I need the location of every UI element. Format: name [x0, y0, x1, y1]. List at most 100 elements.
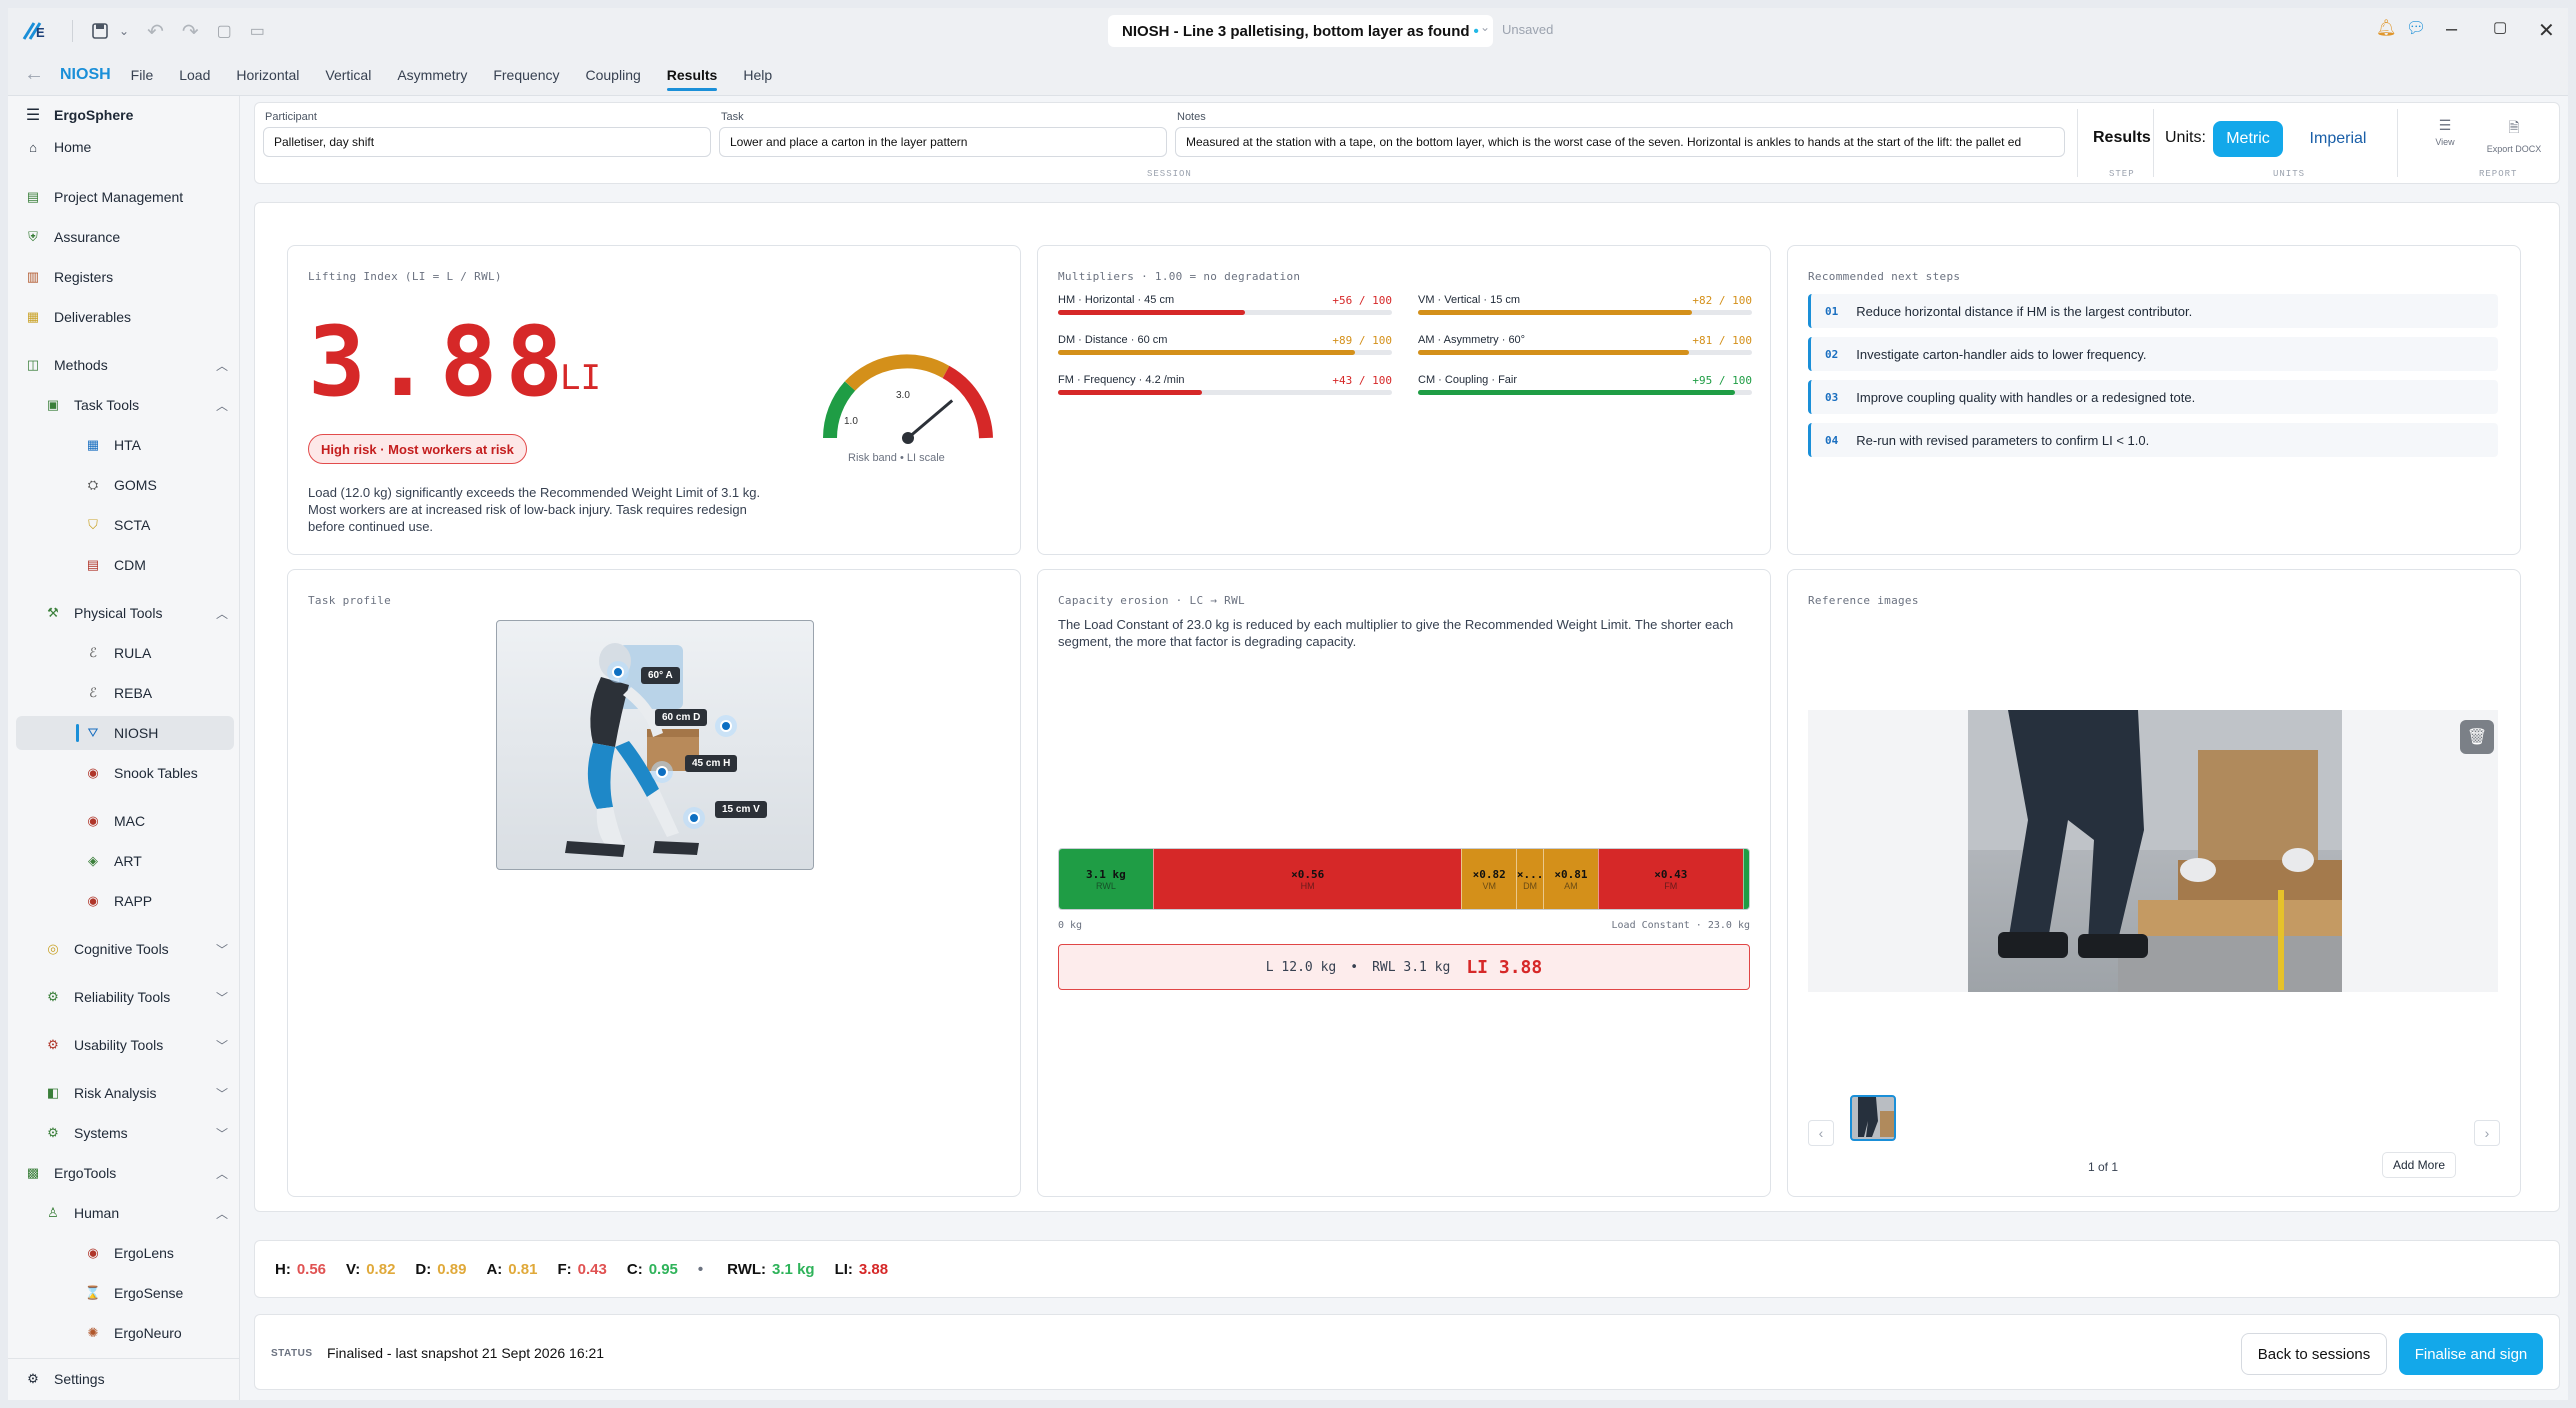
- sidebar-item-ergosense[interactable]: ⌛ ErgoSense: [84, 1284, 183, 1302]
- sidebar-item-scta[interactable]: ⛉ SCTA: [84, 516, 150, 534]
- measure-pin[interactable]: [683, 807, 705, 829]
- sidebar-item-goms[interactable]: ⛭ GOMS: [84, 476, 157, 494]
- summary-value: 0.43: [577, 1260, 607, 1278]
- chevron-left-icon: ‹: [1818, 1125, 1824, 1141]
- metric-button[interactable]: Metric: [2213, 121, 2283, 157]
- multiplier-fill: [1418, 350, 1689, 355]
- sidebar-item-assurance[interactable]: ⛨ Assurance: [24, 228, 120, 246]
- step-number: 04: [1825, 433, 1839, 447]
- chevron-down-icon[interactable]: ﹀: [216, 989, 228, 1006]
- maximize-icon[interactable]: ▢: [2493, 18, 2507, 36]
- chevron-down-icon[interactable]: ﹀: [216, 1085, 228, 1102]
- task-field[interactable]: Lower and place a carton in the layer pa…: [719, 127, 1167, 157]
- gauge-caption: Risk band • LI scale: [848, 452, 945, 464]
- sidebar-item-project-management[interactable]: ▤ Project Management: [24, 188, 183, 206]
- sidebar-item-human[interactable]: ♙ Human ︿: [44, 1204, 228, 1222]
- back-arrow-icon[interactable]: ←: [24, 63, 44, 86]
- notifications-icon[interactable]: 🔔︎: [2376, 18, 2396, 38]
- save-state-chevron-icon[interactable]: ⌄: [1480, 20, 1490, 34]
- notes-field[interactable]: Measured at the station with a tape, on …: [1175, 127, 2065, 157]
- close-icon[interactable]: ✕: [2538, 18, 2555, 43]
- chevron-up-icon[interactable]: ︿: [216, 1205, 228, 1222]
- save-state-label: Unsaved: [1502, 22, 1554, 37]
- menu-frequency[interactable]: Frequency: [493, 61, 559, 89]
- sidebar-item-home[interactable]: ⌂ Home: [24, 138, 91, 156]
- sidebar-item-cdm[interactable]: ▤ CDM: [84, 556, 146, 574]
- chevron-up-icon[interactable]: ︿: [216, 357, 228, 374]
- measure-pin[interactable]: [651, 761, 673, 783]
- sidebar-item-settings[interactable]: ⚙ Settings: [24, 1370, 104, 1388]
- sidebar-item-mac[interactable]: ◉ MAC: [84, 812, 145, 830]
- session-group-label: SESSION: [1147, 169, 1192, 179]
- participant-field[interactable]: Palletiser, day shift: [263, 127, 711, 157]
- menu-horizontal[interactable]: Horizontal: [236, 61, 299, 89]
- menu-coupling[interactable]: Coupling: [586, 61, 641, 89]
- sidebar-item-usability-tools[interactable]: ⚙ Usability Tools ﹀: [44, 1036, 228, 1054]
- menu-asymmetry[interactable]: Asymmetry: [397, 61, 467, 89]
- chevron-down-icon[interactable]: ﹀: [216, 1125, 228, 1142]
- sidebar-item-cognitive-tools[interactable]: ◎ Cognitive Tools ﹀: [44, 940, 228, 958]
- sidebar-item-rula[interactable]: ℰ RULA: [84, 644, 151, 662]
- sidebar-item-systems[interactable]: ⚙ Systems ﹀: [44, 1124, 228, 1142]
- redo-icon[interactable]: ↷: [182, 19, 199, 44]
- sidebar-item-snook-tables[interactable]: ◉ Snook Tables: [84, 764, 197, 782]
- chat-icon[interactable]: 💬︎: [2406, 18, 2426, 38]
- rula-icon: ℰ: [89, 645, 97, 660]
- save-dropdown-icon[interactable]: ⌄: [119, 24, 129, 38]
- finalise-and-sign-button[interactable]: Finalise and sign: [2399, 1333, 2543, 1375]
- chevron-down-icon[interactable]: ﹀: [216, 941, 228, 958]
- add-more-button[interactable]: Add More: [2382, 1152, 2457, 1178]
- menu-load[interactable]: Load: [179, 61, 210, 89]
- sidebar-item-reba[interactable]: ℰ REBA: [84, 684, 152, 702]
- imperial-button[interactable]: Imperial: [2295, 121, 2381, 157]
- prev-image-button[interactable]: ‹: [1808, 1120, 1834, 1146]
- sidebar-item-art[interactable]: ◈ ART: [84, 852, 142, 870]
- reba-icon: ℰ: [89, 685, 97, 700]
- vertical-tag: 15 cm V: [715, 801, 767, 818]
- sidebar-item-ergoneuro[interactable]: ✺ ErgoNeuro: [84, 1324, 182, 1342]
- menu-results[interactable]: Results: [666, 61, 717, 91]
- open-folder-icon[interactable]: ▭: [250, 21, 265, 41]
- sidebar-item-ergolens[interactable]: ◉ ErgoLens: [84, 1244, 174, 1262]
- chevron-up-icon[interactable]: ︿: [216, 605, 228, 622]
- task-profile-card: Task profile 60° A 60 cm D 45 cm H 15 cm…: [287, 569, 1021, 1197]
- multiplier-row: CM · Coupling · Fair +95 / 100: [1418, 374, 1752, 395]
- menu-file[interactable]: File: [131, 61, 154, 89]
- next-steps-card: Recommended next steps 01 Reduce horizont…: [1787, 245, 2521, 555]
- back-to-sessions-button[interactable]: Back to sessions: [2241, 1333, 2387, 1375]
- sidebar-item-deliverables[interactable]: ▦ Deliverables: [24, 308, 131, 326]
- sidebar-item-label: Task Tools: [74, 397, 140, 413]
- sidebar-item-physical-tools[interactable]: ⚒ Physical Tools ︿: [44, 604, 228, 622]
- measure-pin[interactable]: [715, 715, 737, 737]
- chevron-up-icon[interactable]: ︿: [216, 397, 228, 414]
- export-docx-button[interactable]: 🗎︎ Export DOCX: [2479, 117, 2549, 154]
- save-icon[interactable]: [91, 22, 109, 40]
- sidebar-item-rapp[interactable]: ◉ RAPP: [84, 892, 152, 910]
- chevron-up-icon[interactable]: ︿: [216, 1165, 228, 1182]
- sidebar-item-task-tools[interactable]: ▣ Task Tools ︿: [44, 396, 228, 414]
- sidebar-item-label: Human: [74, 1205, 120, 1221]
- sidebar-item-hta[interactable]: ▦ HTA: [84, 436, 141, 454]
- hamburger-icon[interactable]: ☰: [24, 106, 42, 124]
- angle-tag: 60° A: [641, 667, 680, 684]
- menu-vertical[interactable]: Vertical: [325, 61, 371, 89]
- ergolens-icon: ◉: [87, 1245, 99, 1260]
- sidebar-item-reliability-tools[interactable]: ⚙ Reliability Tools ﹀: [44, 988, 228, 1006]
- view-button[interactable]: ☰ View: [2425, 117, 2465, 147]
- next-image-button[interactable]: ›: [2474, 1120, 2500, 1146]
- menu-help[interactable]: Help: [743, 61, 772, 89]
- sidebar-item-ergotools[interactable]: ▩ ErgoTools ︿: [24, 1164, 228, 1182]
- sidebar-item-niosh[interactable]: ⛛ NIOSH: [16, 716, 234, 750]
- reference-photo[interactable]: [1968, 710, 2342, 992]
- measure-pin[interactable]: [607, 661, 629, 683]
- gauge-band-low: [823, 381, 856, 439]
- minimize-icon[interactable]: –: [2446, 18, 2457, 41]
- sidebar-item-registers[interactable]: ▥ Registers: [24, 268, 113, 286]
- undo-icon[interactable]: ↶: [147, 19, 164, 44]
- chevron-down-icon[interactable]: ﹀: [216, 1037, 228, 1054]
- delete-image-button[interactable]: 🗑︎: [2460, 720, 2494, 754]
- sidebar-item-methods[interactable]: ◫ Methods ︿: [24, 356, 228, 374]
- image-thumbnail[interactable]: [1850, 1095, 1896, 1141]
- new-file-icon[interactable]: ▢: [217, 21, 232, 41]
- sidebar-item-risk-analysis[interactable]: ◧ Risk Analysis ﹀: [44, 1084, 228, 1102]
